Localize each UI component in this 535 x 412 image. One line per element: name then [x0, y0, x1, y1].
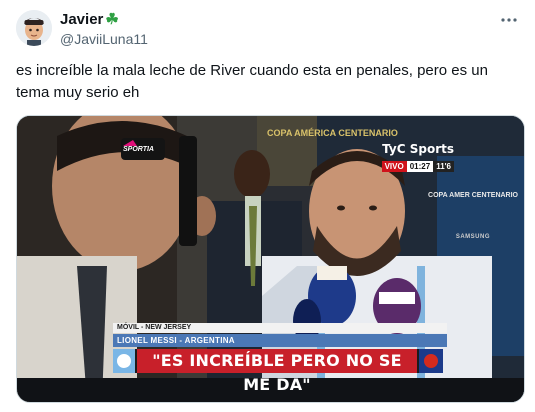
user-handle[interactable]: @JaviiLuna11 [60, 30, 148, 48]
clock-time: 01:27 [406, 161, 434, 172]
four-leaf-clover-icon: ☘ [105, 11, 119, 28]
more-options-button[interactable] [499, 10, 519, 30]
post-media-image[interactable]: SPORTIA COPA AMÉRICA CENTENARIO TyC Spor… [16, 115, 525, 403]
location-caption: MÓVIL - NEW JERSEY [113, 323, 447, 333]
avatar[interactable] [16, 10, 52, 46]
display-name[interactable]: Javier ☘ [60, 11, 119, 29]
broadcast-clock: VIVO 01:27 11'6 [381, 161, 454, 172]
live-label: VIVO [381, 161, 407, 172]
side-banner: COPA AMER CENTENARIO [428, 192, 518, 199]
broadcaster-logo: TyC Sports [382, 142, 454, 156]
display-name-text: Javier [60, 11, 104, 28]
more-dots-icon [501, 18, 517, 22]
match-minute: 11'6 [433, 161, 454, 172]
name-caption: LIONEL MESSI - ARGENTINA [113, 334, 447, 347]
post-text: es increíble la mala leche de River cuan… [16, 62, 488, 101]
mic-brand-logo: SPORTIA [123, 146, 154, 153]
avatar-memoji-icon [16, 10, 52, 46]
background-banner: COPA AMÉRICA CENTENARIO [267, 128, 398, 138]
sponsor-banner: SAMSUNG [455, 234, 490, 240]
quote-caption: "ES INCREÍBLE PERO NO SE ME DA" [137, 349, 417, 394]
